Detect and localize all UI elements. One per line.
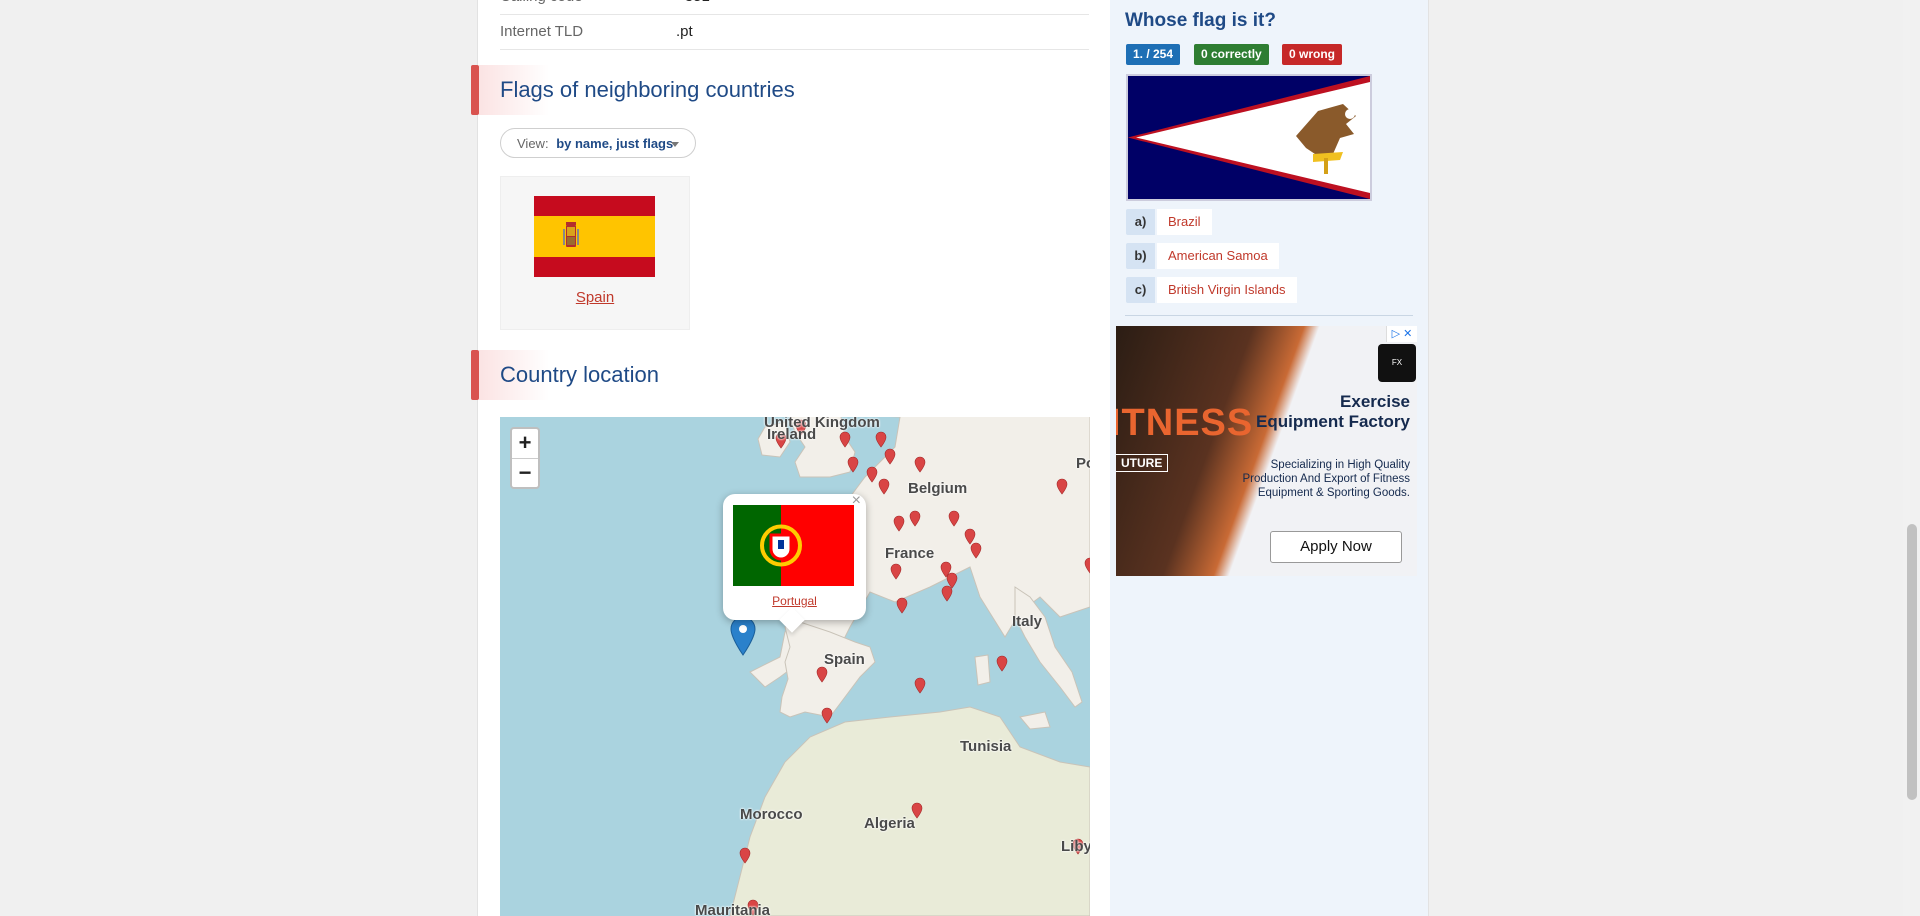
neighbors-heading: Flags of neighboring countries bbox=[500, 77, 795, 102]
map-markers[interactable] bbox=[500, 417, 1090, 916]
view-dropdown[interactable]: View: by name, just flags bbox=[500, 128, 696, 158]
main-content: Calling code +351 Internet TLD .pt Flags… bbox=[471, 0, 1110, 916]
calling-code-label: Calling code bbox=[500, 0, 583, 14]
map-marker[interactable] bbox=[909, 510, 921, 527]
map-marker[interactable] bbox=[739, 847, 751, 864]
map-label: Belgium bbox=[908, 480, 968, 497]
advertisement[interactable]: ITNESS UTURE FX Exercise Equipment Facto… bbox=[1116, 326, 1417, 576]
map-marker[interactable] bbox=[948, 510, 960, 527]
sidebar: Whose flag is it? 1. / 254 0 correctly 0… bbox=[1110, 0, 1428, 916]
ad-body: Specializing in High Quality Production … bbox=[1242, 459, 1410, 499]
answer-letter: a) bbox=[1126, 209, 1155, 235]
page-scrollbar[interactable] bbox=[1903, 0, 1920, 916]
map-marker[interactable] bbox=[964, 528, 976, 545]
quiz-correct-badge: 0 correctly bbox=[1194, 44, 1269, 65]
map-label: Italy bbox=[1012, 613, 1043, 630]
answer-letter: c) bbox=[1126, 277, 1155, 303]
ad-apply-button[interactable]: Apply Now bbox=[1270, 531, 1402, 563]
map-marker[interactable] bbox=[946, 572, 958, 589]
map-label: Morocco bbox=[740, 806, 803, 823]
map-marker[interactable] bbox=[816, 666, 828, 683]
calling-code-value: +351 bbox=[676, 0, 710, 14]
map-label: Po bbox=[1076, 455, 1090, 472]
map-marker[interactable] bbox=[996, 655, 1008, 672]
map-marker[interactable] bbox=[884, 448, 896, 465]
map-marker[interactable] bbox=[914, 456, 926, 473]
selected-marker-dot bbox=[739, 625, 747, 633]
section-accent-bar bbox=[471, 350, 479, 400]
map-label: Algeria bbox=[864, 815, 915, 832]
location-map[interactable]: United Kingdom Ireland Belgium France Sp… bbox=[500, 417, 1090, 916]
map-label: Ireland bbox=[767, 426, 817, 443]
quiz-title: Whose flag is it? bbox=[1125, 10, 1276, 31]
view-dropdown-value: by name, just flags bbox=[556, 136, 674, 151]
map-marker[interactable] bbox=[875, 431, 887, 448]
map-label: France bbox=[885, 545, 935, 562]
popup-country-link[interactable]: Portugal bbox=[723, 594, 866, 608]
adchoices-icon[interactable]: ▷ ✕ bbox=[1386, 326, 1417, 342]
answer-option-a[interactable]: a) Brazil bbox=[1126, 209, 1212, 235]
location-heading: Country location bbox=[500, 362, 659, 387]
answer-text: British Virgin Islands bbox=[1157, 277, 1297, 303]
ad-logo: FX bbox=[1378, 344, 1416, 382]
map-popup: × Portugal bbox=[723, 492, 866, 633]
quiz-progress-badge: 1. / 254 bbox=[1126, 44, 1181, 65]
spain-flag-image[interactable] bbox=[534, 196, 655, 277]
map-marker[interactable] bbox=[893, 515, 905, 532]
map-label: Libya bbox=[1061, 838, 1090, 855]
neighbor-card[interactable]: Spain bbox=[500, 176, 690, 330]
map-marker[interactable] bbox=[821, 707, 833, 724]
page-container: Calling code +351 Internet TLD .pt Flags… bbox=[471, 0, 1429, 916]
answer-text: Brazil bbox=[1157, 209, 1212, 235]
neighbor-link[interactable]: Spain bbox=[501, 289, 689, 306]
quiz-wrong-badge: 0 wrong bbox=[1282, 44, 1343, 65]
scrollbar-thumb[interactable] bbox=[1907, 524, 1917, 800]
zoom-control: + − bbox=[510, 427, 540, 489]
tld-label: Internet TLD bbox=[500, 23, 584, 40]
ad-background-tag: UTURE bbox=[1116, 454, 1169, 472]
portugal-flag-image[interactable] bbox=[733, 505, 854, 586]
tld-value: .pt bbox=[676, 23, 693, 40]
map-marker[interactable] bbox=[1056, 478, 1068, 495]
map-marker[interactable] bbox=[839, 431, 851, 448]
map-marker[interactable] bbox=[896, 597, 908, 614]
map-marker[interactable] bbox=[941, 585, 953, 602]
map-marker[interactable] bbox=[1084, 557, 1090, 574]
sidebar-divider bbox=[1125, 315, 1413, 316]
map-marker[interactable] bbox=[847, 456, 859, 473]
answer-letter: b) bbox=[1126, 243, 1155, 269]
zoom-out-button[interactable]: − bbox=[512, 459, 538, 488]
tld-row: Internet TLD .pt bbox=[500, 15, 1089, 50]
map-marker[interactable] bbox=[866, 466, 878, 483]
map-marker[interactable] bbox=[914, 677, 926, 694]
zoom-in-button[interactable]: + bbox=[512, 429, 538, 459]
answer-option-b[interactable]: b) American Samoa bbox=[1126, 243, 1279, 269]
map-label: Mauritania bbox=[695, 902, 771, 916]
selected-map-marker[interactable] bbox=[730, 616, 756, 656]
answer-text: American Samoa bbox=[1157, 243, 1279, 269]
ad-background-text: ITNESS bbox=[1116, 402, 1254, 444]
neighbors-section-header: Flags of neighboring countries bbox=[471, 65, 1110, 115]
quiz-flag-image bbox=[1126, 74, 1372, 201]
ad-headline: Exercise Equipment Factory bbox=[1256, 392, 1410, 431]
map-marker[interactable] bbox=[878, 478, 890, 495]
map-label: Tunisia bbox=[960, 738, 1012, 755]
section-accent-bar bbox=[471, 65, 479, 115]
answer-option-c[interactable]: c) British Virgin Islands bbox=[1126, 277, 1297, 303]
view-dropdown-label: View: bbox=[517, 136, 549, 151]
location-section-header: Country location bbox=[471, 350, 1110, 400]
map-marker[interactable] bbox=[970, 542, 982, 559]
calling-code-row: Calling code +351 bbox=[500, 0, 1089, 15]
caret-down-icon bbox=[671, 142, 679, 147]
map-marker[interactable] bbox=[890, 563, 902, 580]
map-label: Spain bbox=[824, 651, 865, 668]
